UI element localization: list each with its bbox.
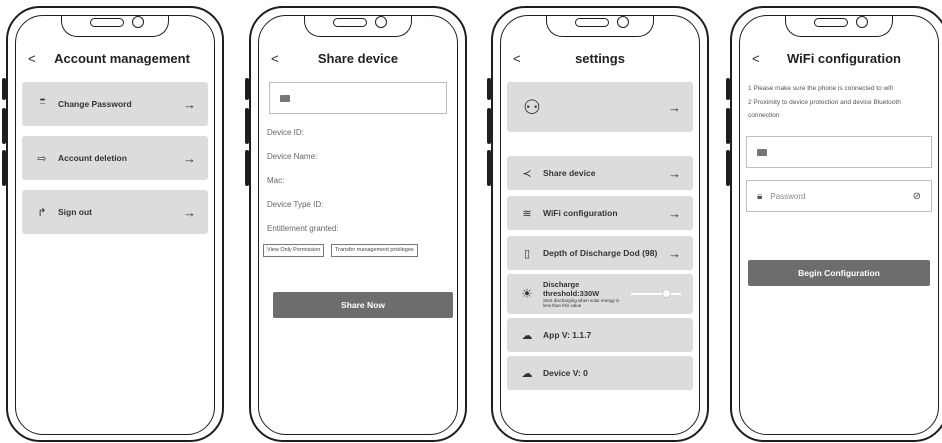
row-label: Change Password bbox=[58, 99, 132, 109]
begin-configuration-button[interactable]: Begin Configuration bbox=[748, 260, 930, 286]
share-device-row[interactable]: ≺ Share device → bbox=[507, 156, 693, 190]
header: < settings bbox=[501, 46, 699, 72]
page-title: settings bbox=[575, 51, 625, 66]
share-icon: ≺ bbox=[522, 167, 532, 180]
view-only-permission-button[interactable]: View Only Permission bbox=[263, 244, 325, 257]
row-label: Depth of Discharge Dod (98) bbox=[543, 248, 658, 258]
row-label: Share device bbox=[543, 168, 596, 178]
user-gear-icon: ⚇ bbox=[523, 96, 541, 119]
row-label: App V: 1.1.7 bbox=[543, 330, 592, 340]
discharge-note: Start discharging when solar energy is l… bbox=[543, 297, 620, 309]
back-button[interactable]: < bbox=[752, 46, 760, 72]
notch bbox=[304, 16, 412, 37]
arrow-right-icon: → bbox=[668, 205, 681, 221]
mac-label: Mac: bbox=[267, 176, 285, 185]
share-now-button[interactable]: Share Now bbox=[273, 292, 453, 318]
notch bbox=[61, 16, 169, 37]
cloud-icon: ☁ bbox=[521, 367, 533, 380]
row-label: Sign out bbox=[58, 207, 92, 217]
back-button[interactable]: < bbox=[28, 46, 36, 72]
device-name-label: Device Name: bbox=[267, 152, 318, 161]
phone-wifi: < WiFi configuration 1 Please make sure … bbox=[726, 6, 942, 442]
side-button bbox=[487, 150, 491, 186]
device-id-label: Device ID: bbox=[267, 128, 304, 137]
cloud-icon: ☁ bbox=[521, 329, 533, 342]
account-deletion-row[interactable]: ⇨ Account deletion → bbox=[22, 136, 208, 180]
side-button bbox=[487, 78, 491, 100]
battery-icon: ▯ bbox=[523, 247, 531, 260]
side-button bbox=[726, 150, 730, 186]
notch bbox=[546, 16, 654, 37]
header: < Account management bbox=[16, 46, 214, 72]
row-label: Device V: 0 bbox=[543, 368, 588, 378]
back-button[interactable]: < bbox=[271, 46, 279, 72]
side-button bbox=[2, 108, 6, 144]
screen: < Share device Device ID: Device Name: M… bbox=[258, 15, 458, 435]
screen: < settings ⚇ → ≺ Share device → ≋ WiFi c… bbox=[500, 15, 700, 435]
user-settings-row[interactable]: ⚇ → bbox=[507, 82, 693, 132]
side-button bbox=[726, 108, 730, 144]
side-button bbox=[245, 108, 249, 144]
password-dots-icon: ••• ‾‾‾ bbox=[39, 97, 45, 111]
back-button[interactable]: < bbox=[513, 46, 521, 72]
row-label: Account deletion bbox=[58, 153, 127, 163]
discharge-title: Discharge threshold:330W bbox=[543, 279, 600, 298]
device-version-row: ☁ Device V: 0 bbox=[507, 356, 693, 390]
eye-slash-icon[interactable]: ⊘ bbox=[913, 191, 921, 202]
page-title: Share device bbox=[317, 51, 399, 66]
page-title: WiFi configuration bbox=[787, 51, 901, 66]
arrow-right-icon: → bbox=[668, 165, 681, 181]
password-placeholder: Password bbox=[770, 191, 806, 201]
phone-share: < Share device Device ID: Device Name: M… bbox=[245, 6, 467, 442]
arrow-right-icon: → bbox=[183, 204, 196, 220]
lock-icon: 🔒︎ bbox=[757, 190, 763, 202]
screen: < Account management ••• ‾‾‾ Change Passw… bbox=[15, 15, 215, 435]
depth-of-discharge-row[interactable]: ▯ Depth of Discharge Dod (98) → bbox=[507, 236, 693, 270]
row-label: WiFi configuration bbox=[543, 208, 618, 218]
discharge-threshold-row: ☀ Discharge threshold:330W Start dischar… bbox=[507, 274, 693, 314]
side-button bbox=[2, 150, 6, 186]
slider-knob[interactable] bbox=[662, 289, 671, 298]
side-button bbox=[487, 108, 491, 144]
arrow-right-icon: → bbox=[183, 96, 196, 112]
change-password-row[interactable]: ••• ‾‾‾ Change Password → bbox=[22, 82, 208, 126]
mail-icon bbox=[757, 148, 767, 156]
logout-arrow-icon: ⇨ bbox=[37, 152, 47, 165]
device-type-id-label: Device Type ID: bbox=[267, 200, 324, 209]
wifi-configuration-row[interactable]: ≋ WiFi configuration → bbox=[507, 196, 693, 230]
arrow-right-icon: → bbox=[183, 150, 196, 166]
mail-icon bbox=[280, 94, 290, 102]
app-version-row: ☁ App V: 1.1.7 bbox=[507, 318, 693, 352]
sign-out-icon: ↱ bbox=[37, 206, 47, 219]
header: < WiFi configuration bbox=[740, 46, 938, 72]
transfer-privileges-button[interactable]: Transfer management privileges bbox=[331, 244, 418, 257]
wifi-password-field[interactable]: 🔒︎ Password ⊘ bbox=[746, 180, 932, 212]
header: < Share device bbox=[259, 46, 457, 72]
wifi-icon: ≋ bbox=[522, 207, 532, 220]
wifi-email-field[interactable] bbox=[746, 136, 932, 168]
discharge-text: Discharge threshold:330W Start dischargi… bbox=[543, 280, 625, 309]
instruction-2: 2 Proximity to device protection and dev… bbox=[748, 99, 901, 119]
side-button bbox=[726, 78, 730, 100]
entitlement-label: Entitlement granted: bbox=[267, 224, 339, 233]
email-field[interactable] bbox=[269, 82, 447, 114]
arrow-right-icon: → bbox=[668, 245, 681, 261]
instruction-1: 1 Please make sure the phone is connecte… bbox=[748, 85, 893, 92]
side-button bbox=[2, 78, 6, 100]
arrow-right-icon: → bbox=[668, 99, 681, 115]
page-title: Account management bbox=[54, 51, 190, 66]
phone-settings: < settings ⚇ → ≺ Share device → ≋ WiFi c… bbox=[487, 6, 709, 442]
discharge-slider[interactable] bbox=[631, 288, 681, 300]
notch bbox=[785, 16, 893, 37]
side-button bbox=[245, 78, 249, 100]
phone-account: < Account management ••• ‾‾‾ Change Passw… bbox=[2, 6, 224, 442]
sign-out-row[interactable]: ↱ Sign out → bbox=[22, 190, 208, 234]
side-button bbox=[245, 150, 249, 186]
sun-icon: ☀ bbox=[521, 286, 533, 301]
screen: < WiFi configuration 1 Please make sure … bbox=[739, 15, 939, 435]
